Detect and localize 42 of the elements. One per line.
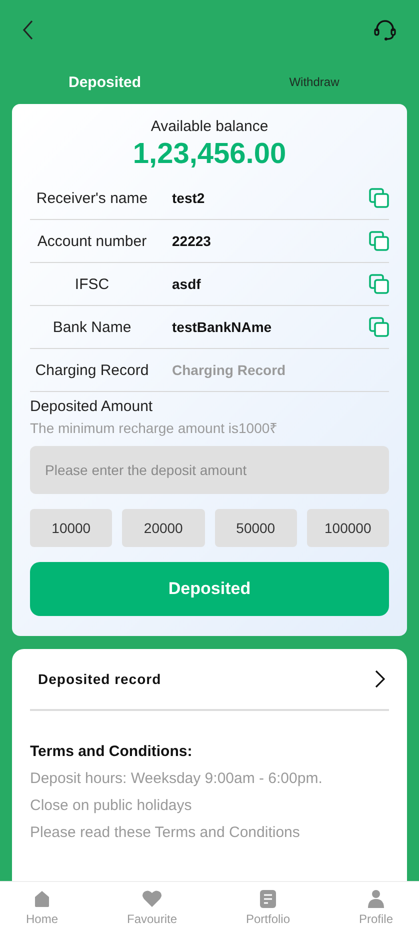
amount-label: Deposited Amount [30, 398, 154, 415]
field-label: Bank Name [52, 318, 132, 336]
field-label: IFSC [74, 276, 110, 292]
field-value: test2 [171, 190, 206, 206]
field-value: testBankNAme [171, 319, 273, 335]
headset-icon[interactable] [373, 19, 397, 41]
heart-icon [141, 889, 163, 909]
balance-label: Available balance [150, 118, 270, 135]
terms-text: Please read these Terms and Conditions [30, 824, 301, 841]
nav-item[interactable]: Home [20, 882, 64, 933]
minimum-hint: The minimum recharge amount is1000₹ [30, 419, 279, 437]
field-label: Account number [36, 232, 148, 250]
preset-amount-button[interactable]: 10000 [30, 509, 112, 547]
tab[interactable]: Withdraw [210, 71, 419, 93]
balance-amount: 1,23,456.00 [132, 138, 288, 171]
home-icon [32, 889, 52, 909]
nav-item[interactable]: Portfolio [240, 882, 296, 933]
field-value: Charging Record [171, 362, 287, 378]
person-icon [366, 889, 385, 909]
preset-amount-button[interactable]: 20000 [122, 509, 204, 547]
field-label: Receiver's name [35, 190, 149, 206]
amount-field[interactable]: Please enter the deposit amount [30, 446, 389, 494]
field-label: Charging Record [34, 362, 150, 378]
field-value: asdf [171, 276, 202, 292]
chevron-icon [375, 670, 385, 688]
copy-icon[interactable] [369, 231, 389, 251]
nav-item[interactable]: Profile [352, 882, 399, 933]
back-icon[interactable] [22, 20, 34, 40]
deposit-record-link[interactable]: Deposited record [30, 649, 389, 711]
tab[interactable]: Deposited [0, 70, 210, 94]
preset-amount-button[interactable]: 50000 [214, 509, 297, 547]
terms-title: Terms and Conditions: [30, 743, 194, 760]
terms-text: Close on public holidays [30, 797, 193, 814]
nav-item[interactable]: Favourite [120, 882, 184, 933]
terms-text: Deposit hours: Weeksday 9:00am - 6:00pm. [30, 770, 324, 787]
copy-icon[interactable] [369, 188, 389, 208]
document-icon [259, 889, 277, 909]
copy-icon[interactable] [369, 274, 389, 294]
copy-icon[interactable] [369, 317, 389, 337]
preset-amount-button[interactable]: 100000 [306, 509, 389, 547]
deposit-button[interactable]: Deposited [30, 562, 389, 616]
field-value: 22223 [171, 233, 212, 249]
